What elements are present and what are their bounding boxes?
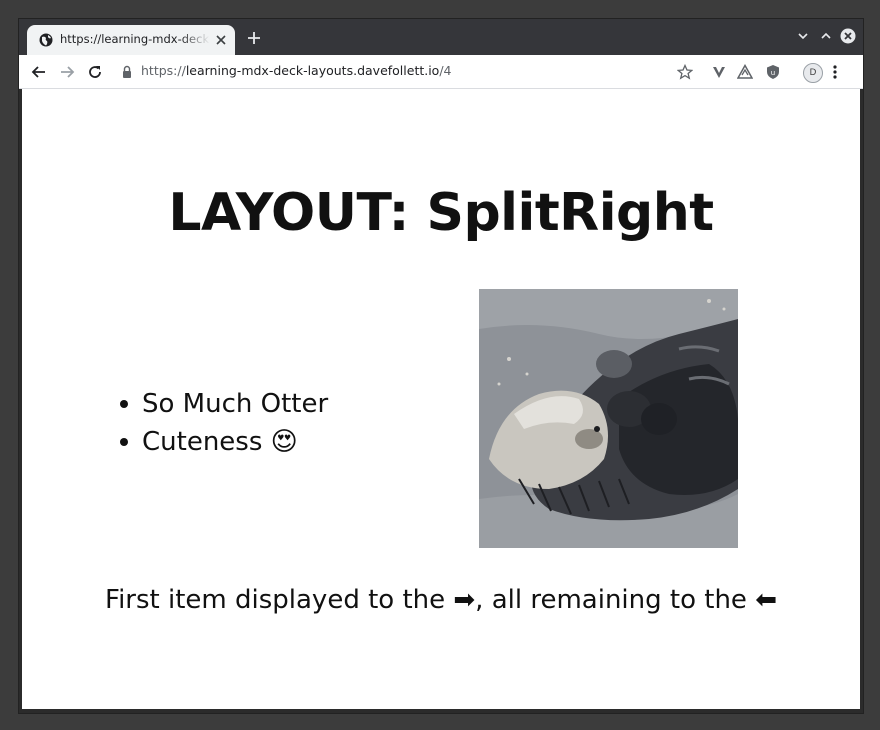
- bullet-dot: [120, 400, 128, 408]
- tab-bar: https://learning-mdx-deck-layouts.davefo…: [19, 19, 863, 55]
- browser-toolbar: https://learning-mdx-deck-layouts.davefo…: [19, 55, 863, 89]
- chevron-down-icon[interactable]: [797, 30, 809, 42]
- reload-icon[interactable]: [87, 64, 103, 80]
- otter-image: [479, 289, 738, 548]
- list-item-text: So Much Otter: [142, 389, 329, 419]
- browser-tab[interactable]: https://learning-mdx-deck-layouts.davefo…: [27, 25, 235, 55]
- url-path: /4: [439, 63, 452, 78]
- plus-icon[interactable]: [247, 31, 261, 45]
- back-icon[interactable]: [31, 64, 47, 80]
- close-icon[interactable]: [215, 34, 227, 46]
- lock-icon[interactable]: [122, 65, 132, 79]
- profile-avatar[interactable]: D: [803, 63, 823, 83]
- globe-icon: [39, 33, 53, 47]
- window-close-icon[interactable]: [840, 28, 856, 44]
- svg-text:u: u: [771, 69, 775, 77]
- page-content: LAYOUT: SplitRight So Much Otter Cutenes…: [22, 89, 860, 709]
- url-scheme: https://: [141, 63, 186, 78]
- chevron-up-icon[interactable]: [820, 30, 832, 42]
- shield-icon[interactable]: u: [765, 64, 781, 80]
- url-host: learning-mdx-deck-layouts.davefollett.io: [185, 63, 440, 78]
- browser-window: https://learning-mdx-deck-layouts.davefo…: [18, 18, 864, 714]
- extension-icon[interactable]: [711, 64, 727, 80]
- bullet-list: So Much Otter Cuteness 😍: [120, 385, 328, 461]
- star-icon[interactable]: [677, 64, 693, 80]
- bullet-dot: [120, 438, 128, 446]
- menu-icon[interactable]: [831, 64, 839, 80]
- list-item-text: Cuteness 😍: [142, 427, 298, 457]
- address-bar[interactable]: https://learning-mdx-deck-layouts.davefo…: [141, 63, 452, 81]
- tab-title: https://learning-mdx-deck-layouts.davefo…: [60, 32, 210, 46]
- footer-caption: First item displayed to the ➡, all remai…: [105, 585, 777, 615]
- slide-title: LAYOUT: SplitRight: [168, 183, 714, 243]
- forward-icon[interactable]: [59, 64, 75, 80]
- list-item: So Much Otter: [120, 385, 328, 423]
- extension-icon[interactable]: [737, 64, 753, 80]
- list-item: Cuteness 😍: [120, 423, 328, 461]
